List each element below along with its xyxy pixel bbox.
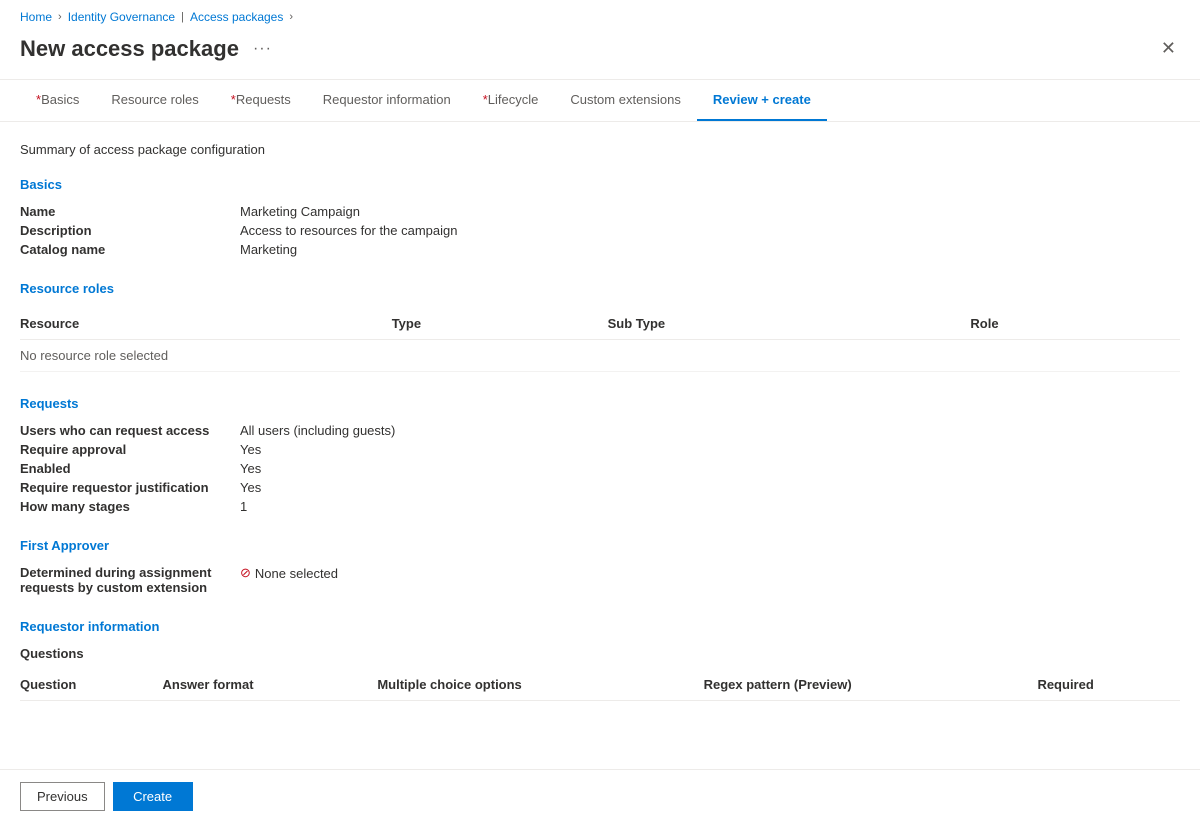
tab-resource-roles[interactable]: Resource roles <box>95 80 214 121</box>
tab-lifecycle[interactable]: *Lifecycle <box>467 80 555 121</box>
page-header: New access package ··· ✕ <box>0 30 1200 80</box>
tab-requests[interactable]: *Requests <box>215 80 307 121</box>
requests-section-title[interactable]: Requests <box>20 396 1180 411</box>
questions-label: Questions <box>20 646 1180 661</box>
field-row-enabled: Enabled Yes <box>20 461 1180 476</box>
basics-fields: Name Marketing Campaign Description Acce… <box>20 204 1180 257</box>
content-area: Summary of access package configuration … <box>0 122 1200 785</box>
field-row-require-approval: Require approval Yes <box>20 442 1180 457</box>
col-answer-format: Answer format <box>163 669 378 701</box>
field-label-catalog-name: Catalog name <box>20 242 240 257</box>
field-row-name: Name Marketing Campaign <box>20 204 1180 219</box>
breadcrumb-access-packages[interactable]: Access packages <box>190 10 283 24</box>
questions-table: Question Answer format Multiple choice o… <box>20 669 1180 701</box>
col-multiple-choice: Multiple choice options <box>377 669 703 701</box>
field-row-stages: How many stages 1 <box>20 499 1180 514</box>
no-resource-message: No resource role selected <box>20 340 1180 372</box>
field-label-require-justification: Require requestor justification <box>20 480 240 495</box>
col-resource: Resource <box>20 308 392 340</box>
breadcrumb-sep-1: › <box>58 11 62 23</box>
field-label-name: Name <box>20 204 240 219</box>
field-label-stages: How many stages <box>20 499 240 514</box>
first-approver-value: ⊘ None selected <box>240 565 338 581</box>
summary-text: Summary of access package configuration <box>20 142 1180 157</box>
field-value-require-justification: Yes <box>240 480 261 495</box>
tabs-navigation: *Basics Resource roles *Requests Request… <box>0 80 1200 122</box>
breadcrumb: Home › Identity Governance | Access pack… <box>0 0 1200 30</box>
previous-button[interactable]: Previous <box>20 782 105 811</box>
col-subtype: Sub Type <box>608 308 971 340</box>
breadcrumb-sep-3: › <box>289 11 293 23</box>
col-question: Question <box>20 669 163 701</box>
resource-roles-section-title[interactable]: Resource roles <box>20 281 1180 296</box>
field-value-description: Access to resources for the campaign <box>240 223 458 238</box>
col-regex-pattern: Regex pattern (Preview) <box>704 669 1038 701</box>
field-label-require-approval: Require approval <box>20 442 240 457</box>
field-value-name: Marketing Campaign <box>240 204 360 219</box>
field-label-enabled: Enabled <box>20 461 240 476</box>
field-row-first-approver: Determined during assignment requests by… <box>20 565 1180 595</box>
field-value-who-can-request: All users (including guests) <box>240 423 395 438</box>
requestor-information-section-title[interactable]: Requestor information <box>20 619 1180 634</box>
tab-review-create[interactable]: Review + create <box>697 80 827 121</box>
tab-custom-extensions[interactable]: Custom extensions <box>554 80 697 121</box>
field-row-catalog-name: Catalog name Marketing <box>20 242 1180 257</box>
breadcrumb-home[interactable]: Home <box>20 10 52 24</box>
no-resource-row: No resource role selected <box>20 340 1180 372</box>
first-approver-section-title[interactable]: First Approver <box>20 538 1180 553</box>
tab-requestor-information[interactable]: Requestor information <box>307 80 467 121</box>
field-value-catalog-name: Marketing <box>240 242 297 257</box>
basics-section: Basics Name Marketing Campaign Descripti… <box>20 177 1180 257</box>
tab-basics[interactable]: *Basics <box>20 80 95 121</box>
field-label-first-approver: Determined during assignment requests by… <box>20 565 240 595</box>
error-icon: ⊘ <box>240 565 251 581</box>
col-role: Role <box>970 308 1180 340</box>
resource-roles-section: Resource roles Resource Type Sub Type Ro… <box>20 281 1180 372</box>
field-row-who-can-request: Users who can request access All users (… <box>20 423 1180 438</box>
field-value-require-approval: Yes <box>240 442 261 457</box>
field-value-stages: 1 <box>240 499 247 514</box>
page-title-row: New access package ··· <box>20 36 276 62</box>
resource-roles-table: Resource Type Sub Type Role No resource … <box>20 308 1180 372</box>
create-button[interactable]: Create <box>113 782 193 811</box>
close-button[interactable]: ✕ <box>1157 34 1180 63</box>
breadcrumb-sep-2: | <box>181 11 184 23</box>
breadcrumb-identity-governance[interactable]: Identity Governance <box>68 10 175 24</box>
field-value-enabled: Yes <box>240 461 261 476</box>
requests-fields: Users who can request access All users (… <box>20 423 1180 514</box>
page-title: New access package <box>20 36 239 62</box>
requests-section: Requests Users who can request access Al… <box>20 396 1180 514</box>
field-row-require-justification: Require requestor justification Yes <box>20 480 1180 495</box>
basics-section-title[interactable]: Basics <box>20 177 1180 192</box>
col-type: Type <box>392 308 608 340</box>
field-label-description: Description <box>20 223 240 238</box>
footer-bar: Previous Create <box>0 769 1200 823</box>
requestor-information-section: Requestor information Questions Question… <box>20 619 1180 701</box>
field-label-who-can-request: Users who can request access <box>20 423 240 438</box>
first-approver-section: First Approver Determined during assignm… <box>20 538 1180 595</box>
field-row-description: Description Access to resources for the … <box>20 223 1180 238</box>
ellipsis-button[interactable]: ··· <box>249 38 276 60</box>
col-required: Required <box>1037 669 1180 701</box>
